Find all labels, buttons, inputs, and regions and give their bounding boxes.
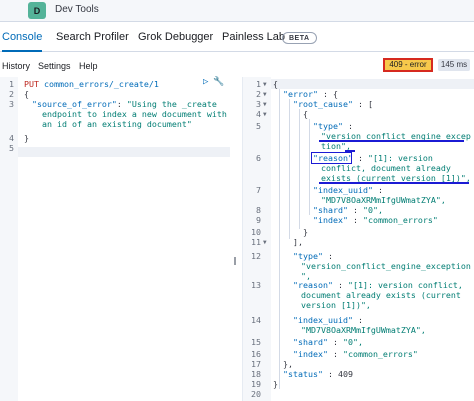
status-badge: 409 - error (383, 58, 433, 72)
response-line-4: { (303, 109, 308, 119)
response-line-9: "index" : "common_errors" (313, 215, 438, 225)
response-line-10: } (303, 227, 308, 237)
line-number: 19 (251, 379, 261, 389)
request-line-2: { (24, 89, 29, 99)
active-line (18, 147, 230, 157)
tab-search-profiler[interactable]: Search Profiler (56, 24, 129, 52)
line-number: 1 (9, 79, 14, 89)
settings-link[interactable]: Settings (38, 61, 71, 71)
request-line-1: PUT common_errors/_create/1 (24, 79, 159, 89)
beta-badge: BETA (282, 32, 317, 44)
response-line-17: }, (283, 359, 293, 369)
line-number: 15 (251, 337, 261, 347)
request-editor[interactable]: 1 2 3 4 5 PUT common_errors/_create/1 ▷ … (0, 77, 230, 401)
response-line-12-wrap: "version_conflict_engine_exception (301, 261, 471, 271)
active-line (271, 79, 474, 89)
indent-guide (299, 109, 300, 229)
app-avatar[interactable]: D (28, 2, 46, 19)
line-number: 6 (256, 153, 261, 163)
play-icon[interactable]: ▷ (203, 77, 208, 87)
line-number: 11 (251, 237, 261, 247)
request-time-badge: 145 ms (438, 59, 470, 71)
response-line-3: "root_cause" : [ (293, 99, 373, 109)
request-line-4: } (24, 133, 29, 143)
fold-arrow-icon[interactable]: ▼ (263, 101, 267, 108)
fold-arrow-icon[interactable]: ▼ (263, 81, 267, 88)
indent-guide (309, 119, 310, 215)
line-number: 20 (251, 389, 261, 399)
line-number: 14 (251, 315, 261, 325)
indent-guide (289, 99, 290, 239)
line-number: 3 (9, 99, 14, 109)
line-number: 5 (9, 143, 14, 153)
tab-painless-lab[interactable]: Painless Lab (222, 24, 285, 52)
response-viewer: 1 2 3 4 5 6 7 8 9 10 11 12 13 14 15 16 1… (242, 77, 474, 401)
line-number: 1 (256, 79, 261, 89)
response-line-13-wrap-a: document already exists (current (301, 290, 461, 300)
line-number: 13 (251, 280, 261, 290)
tab-grok-debugger[interactable]: Grok Debugger (138, 24, 213, 52)
line-number: 2 (9, 89, 14, 99)
annotation-underline (319, 182, 469, 184)
indent-guide (279, 89, 280, 389)
line-number: 18 (251, 369, 261, 379)
line-number: 12 (251, 251, 261, 261)
response-line-12: "type" : (293, 251, 333, 261)
response-line-14-wrap: "MD7V8OaXRMmIfgUWmatZYA", (301, 325, 426, 335)
line-number: 4 (256, 109, 261, 119)
app-title: Dev Tools (55, 4, 99, 15)
annotation-box (311, 152, 352, 164)
response-line-18: "status" : 409 (283, 369, 353, 379)
line-number: 10 (251, 227, 261, 237)
request-path: common_errors/_create/1 (44, 79, 159, 89)
help-link[interactable]: Help (79, 61, 98, 71)
app-header: D Dev Tools (0, 0, 474, 22)
line-number: 3 (256, 99, 261, 109)
line-number: 16 (251, 349, 261, 359)
response-line-15: "shard" : "0", (293, 337, 363, 347)
tab-console[interactable]: Console (2, 24, 43, 52)
response-line-7-wrap: "MD7V8OaXRMmIfgUWmatZYA", (321, 195, 446, 205)
drag-handle-icon[interactable]: ‖ (233, 256, 239, 266)
response-line-5: "type" : (313, 121, 353, 131)
fold-arrow-icon[interactable]: ▼ (263, 239, 267, 246)
fold-arrow-icon[interactable]: ▼ (263, 111, 267, 118)
response-line-6-wrap-a: conflict, document already (321, 163, 451, 173)
request-line-3-wrap-a: endpoint to index a new document with (42, 109, 227, 119)
line-number: 2 (256, 89, 261, 99)
response-line-2: "error" : { (283, 89, 338, 99)
request-line-3-wrap-b: an id of an existing document" (42, 119, 192, 129)
http-method: PUT (24, 79, 39, 89)
fold-arrow-icon[interactable]: ▼ (263, 91, 267, 98)
response-line-8: "shard" : "0", (313, 205, 383, 215)
response-line-7: "index_uuid" : (313, 185, 383, 195)
request-gutter (0, 77, 18, 401)
response-line-13-wrap-b: version [1])", (301, 300, 371, 310)
history-link[interactable]: History (2, 61, 30, 71)
response-line-11: ], (293, 237, 303, 247)
response-line-16: "index" : "common_errors" (293, 349, 418, 359)
response-line-19: } (273, 379, 278, 389)
response-line-14: "index_uuid" : (293, 315, 363, 325)
line-number: 5 (256, 121, 261, 131)
line-number: 4 (9, 133, 14, 143)
wrench-icon[interactable]: 🔧 (213, 77, 224, 87)
tab-bar: Console Search Profiler Grok Debugger Pa… (0, 24, 474, 52)
response-line-13: "reason" : "[1]: version conflict, (293, 280, 463, 290)
annotation-underline (319, 140, 464, 142)
line-number: 9 (256, 215, 261, 225)
request-line-3: "source_of_error": "Using the _create (32, 99, 217, 109)
line-number: 7 (256, 185, 261, 195)
line-number: 17 (251, 359, 261, 369)
response-line-1: { (273, 79, 278, 89)
line-number: 8 (256, 205, 261, 215)
